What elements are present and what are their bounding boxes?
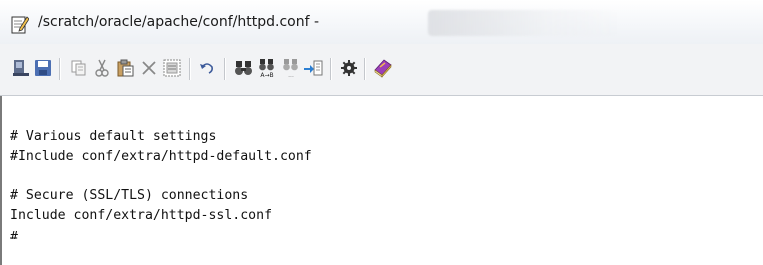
settings-icon[interactable]	[337, 56, 361, 80]
svg-text:...: ...	[288, 72, 294, 79]
replace-icon[interactable]: A→B	[255, 56, 279, 80]
editor-line: #Include conf/extra/httpd-default.conf	[10, 149, 312, 164]
title-bar: /scratch/oracle/apache/conf/httpd.conf -	[0, 0, 763, 44]
find-next-icon[interactable]: ...	[279, 56, 303, 80]
notepad-window: /scratch/oracle/apache/conf/httpd.conf -	[0, 0, 763, 265]
notepad-edit-icon	[11, 14, 30, 34]
toolbar-separator	[330, 58, 332, 80]
redacted-region	[428, 10, 618, 36]
undo-icon[interactable]	[195, 56, 219, 80]
paste-icon[interactable]	[113, 56, 137, 80]
editor-line: #	[10, 230, 18, 239]
toolbar-separator	[364, 58, 366, 80]
editor-line: Include conf/extra/httpd-ssl.conf	[10, 208, 273, 223]
editor-line: # Various default settings	[10, 129, 217, 144]
delete-icon[interactable]	[137, 56, 161, 80]
toolbar-separator	[189, 58, 191, 80]
save-icon[interactable]	[31, 56, 55, 80]
copy-icon[interactable]	[67, 56, 91, 80]
select-all-icon[interactable]	[160, 56, 184, 80]
goto-line-icon[interactable]	[301, 56, 325, 80]
toolbar-separator	[224, 58, 226, 80]
find-icon[interactable]	[232, 56, 256, 80]
toolbar: A→B ...	[0, 44, 763, 96]
svg-text:A→B: A→B	[260, 72, 273, 79]
text-editor-area[interactable]: # Various default settings #Include conf…	[0, 96, 763, 265]
editor-line: # Secure (SSL/TLS) connections	[10, 188, 249, 203]
help-icon[interactable]	[371, 56, 395, 80]
file-open-icon[interactable]	[9, 56, 33, 80]
cut-icon[interactable]	[90, 56, 114, 80]
window-title: /scratch/oracle/apache/conf/httpd.conf -	[38, 14, 320, 30]
toolbar-separator	[59, 58, 61, 80]
